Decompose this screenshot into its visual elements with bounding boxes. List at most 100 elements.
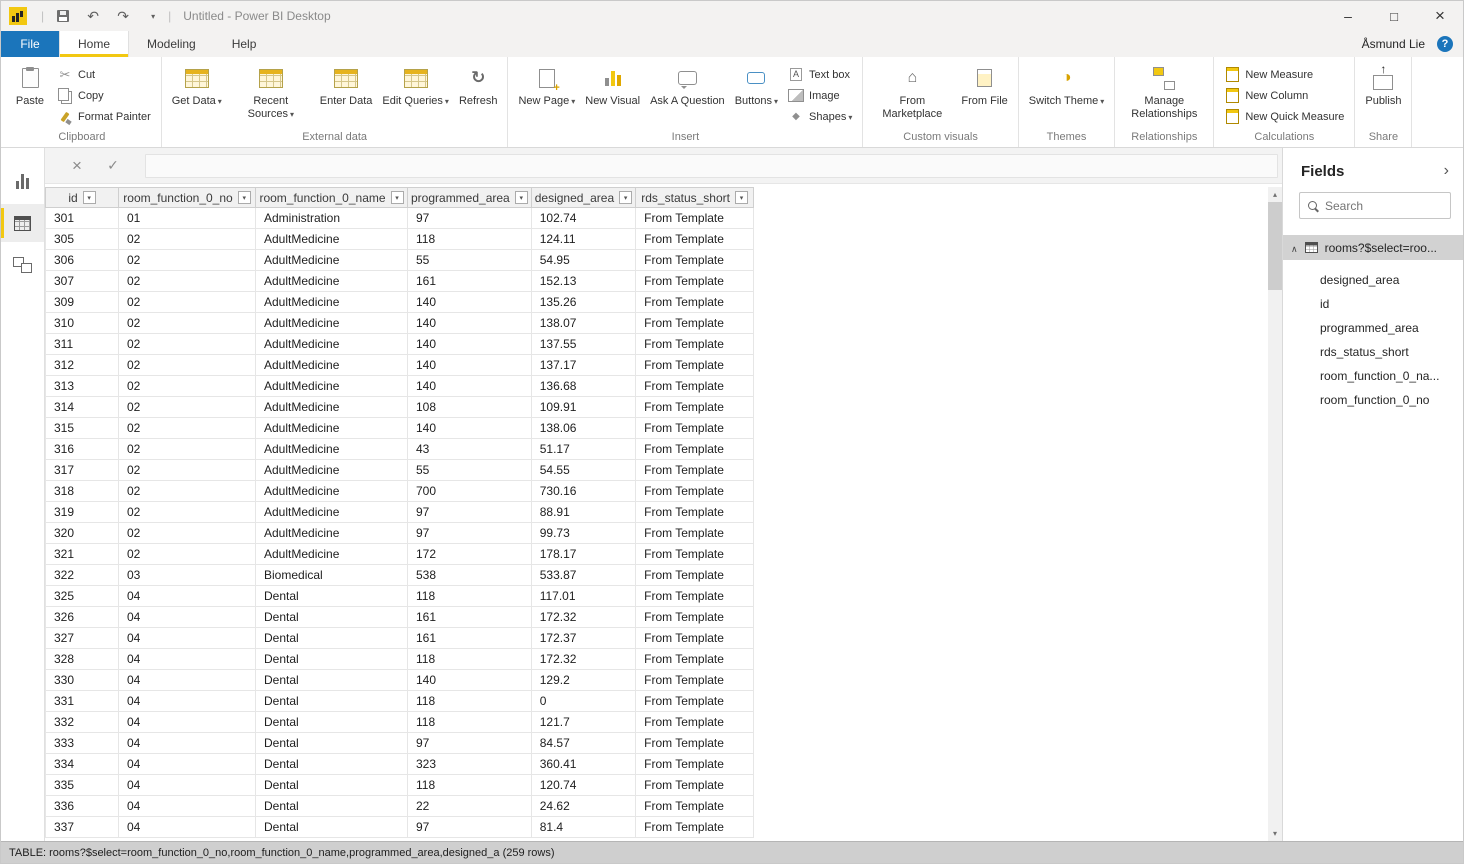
field-item-rds_status_short[interactable]: rds_status_short — [1283, 340, 1463, 364]
table-cell[interactable]: Dental — [256, 775, 408, 796]
table-cell[interactable]: 51.17 — [531, 439, 635, 460]
table-cell[interactable]: 118 — [408, 775, 532, 796]
table-cell[interactable]: 137.55 — [531, 334, 635, 355]
table-cell[interactable]: 307 — [46, 271, 119, 292]
scroll-up-icon[interactable] — [1268, 187, 1282, 202]
table-cell[interactable]: 137.17 — [531, 355, 635, 376]
table-cell[interactable]: 328 — [46, 649, 119, 670]
table-cell[interactable]: 533.87 — [531, 565, 635, 586]
table-cell[interactable]: 326 — [46, 607, 119, 628]
table-cell[interactable]: 140 — [408, 334, 532, 355]
table-cell[interactable]: 02 — [119, 250, 256, 271]
switch-theme-button[interactable]: Switch Theme — [1024, 60, 1110, 110]
table-cell[interactable]: From Template — [636, 250, 754, 271]
table-cell[interactable]: 332 — [46, 712, 119, 733]
table-cell[interactable]: 118 — [408, 712, 532, 733]
minimize-button[interactable] — [1325, 1, 1371, 31]
formula-input[interactable] — [145, 154, 1278, 178]
table-cell[interactable]: 54.95 — [531, 250, 635, 271]
maximize-button[interactable] — [1371, 1, 1417, 31]
table-cell[interactable]: From Template — [636, 208, 754, 229]
table-cell[interactable]: Dental — [256, 628, 408, 649]
tab-modeling[interactable]: Modeling — [129, 31, 214, 57]
table-cell[interactable]: AdultMedicine — [256, 439, 408, 460]
column-header-programmed_area[interactable]: programmed_area — [408, 188, 532, 208]
table-cell[interactable]: From Template — [636, 586, 754, 607]
table-cell[interactable]: 334 — [46, 754, 119, 775]
text-box-button[interactable]: Text box — [783, 64, 857, 85]
table-cell[interactable]: 138.07 — [531, 313, 635, 334]
field-item-room_function_0_no[interactable]: room_function_0_no — [1283, 388, 1463, 412]
table-cell[interactable]: 322 — [46, 565, 119, 586]
filter-dropdown-icon[interactable] — [515, 191, 528, 204]
table-cell[interactable]: Dental — [256, 817, 408, 838]
table-cell[interactable]: 55 — [408, 460, 532, 481]
shapes-button[interactable]: Shapes — [783, 106, 857, 127]
table-cell[interactable]: 325 — [46, 586, 119, 607]
table-cell[interactable]: 22 — [408, 796, 532, 817]
table-cell[interactable]: 02 — [119, 502, 256, 523]
table-cell[interactable]: From Template — [636, 628, 754, 649]
table-cell[interactable]: 02 — [119, 313, 256, 334]
refresh-button[interactable]: Refresh — [454, 60, 503, 110]
table-cell[interactable]: 02 — [119, 397, 256, 418]
redo-button[interactable] — [114, 7, 132, 25]
table-cell[interactable]: 04 — [119, 796, 256, 817]
table-cell[interactable]: 02 — [119, 229, 256, 250]
table-cell[interactable]: From Template — [636, 418, 754, 439]
table-cell[interactable]: 118 — [408, 691, 532, 712]
field-item-programmed_area[interactable]: programmed_area — [1283, 316, 1463, 340]
table-cell[interactable]: 360.41 — [531, 754, 635, 775]
table-cell[interactable]: 301 — [46, 208, 119, 229]
table-cell[interactable]: From Template — [636, 376, 754, 397]
help-icon[interactable]: ? — [1437, 36, 1453, 52]
table-cell[interactable]: From Template — [636, 565, 754, 586]
formula-commit-icon[interactable] — [103, 156, 123, 176]
table-cell[interactable]: 330 — [46, 670, 119, 691]
quick-access-dropdown[interactable] — [144, 7, 162, 25]
filter-dropdown-icon[interactable] — [238, 191, 251, 204]
copy-button[interactable]: Copy — [52, 85, 156, 106]
table-cell[interactable]: Dental — [256, 670, 408, 691]
table-cell[interactable]: AdultMedicine — [256, 313, 408, 334]
tab-help[interactable]: Help — [214, 31, 275, 57]
table-cell[interactable]: Administration — [256, 208, 408, 229]
format-painter-button[interactable]: Format Painter — [52, 106, 156, 127]
column-header-room_function_0_no[interactable]: room_function_0_no — [119, 188, 256, 208]
filter-dropdown-icon[interactable] — [619, 191, 632, 204]
table-cell[interactable]: From Template — [636, 355, 754, 376]
table-cell[interactable]: Dental — [256, 733, 408, 754]
table-cell[interactable]: From Template — [636, 775, 754, 796]
table-cell[interactable]: 313 — [46, 376, 119, 397]
collapse-table-icon[interactable] — [1291, 241, 1298, 255]
new-column-button[interactable]: New Column — [1219, 85, 1349, 106]
table-cell[interactable]: 97 — [408, 208, 532, 229]
new-visual-button[interactable]: New Visual — [580, 60, 645, 110]
report-view-button[interactable] — [1, 162, 44, 200]
table-cell[interactable]: 317 — [46, 460, 119, 481]
table-cell[interactable]: From Template — [636, 649, 754, 670]
field-item-designed_area[interactable]: designed_area — [1283, 268, 1463, 292]
filter-dropdown-icon[interactable] — [83, 191, 96, 204]
table-cell[interactable]: 327 — [46, 628, 119, 649]
table-cell[interactable]: Dental — [256, 607, 408, 628]
table-cell[interactable]: 04 — [119, 607, 256, 628]
ask-a-question-button[interactable]: Ask A Question — [645, 60, 730, 110]
table-cell[interactable]: AdultMedicine — [256, 250, 408, 271]
table-cell[interactable]: 161 — [408, 628, 532, 649]
table-cell[interactable]: 135.26 — [531, 292, 635, 313]
table-cell[interactable]: AdultMedicine — [256, 229, 408, 250]
table-cell[interactable]: 120.74 — [531, 775, 635, 796]
table-cell[interactable]: 99.73 — [531, 523, 635, 544]
undo-button[interactable] — [84, 7, 102, 25]
table-cell[interactable]: Dental — [256, 691, 408, 712]
filter-dropdown-icon[interactable] — [735, 191, 748, 204]
table-cell[interactable]: From Template — [636, 271, 754, 292]
table-cell[interactable]: 311 — [46, 334, 119, 355]
new-measure-button[interactable]: New Measure — [1219, 64, 1349, 85]
buttons-button[interactable]: Buttons — [730, 60, 783, 110]
table-cell[interactable]: From Template — [636, 439, 754, 460]
table-cell[interactable]: 108 — [408, 397, 532, 418]
table-cell[interactable]: 81.4 — [531, 817, 635, 838]
manage-relationships-button[interactable]: Manage Relationships — [1120, 60, 1208, 123]
